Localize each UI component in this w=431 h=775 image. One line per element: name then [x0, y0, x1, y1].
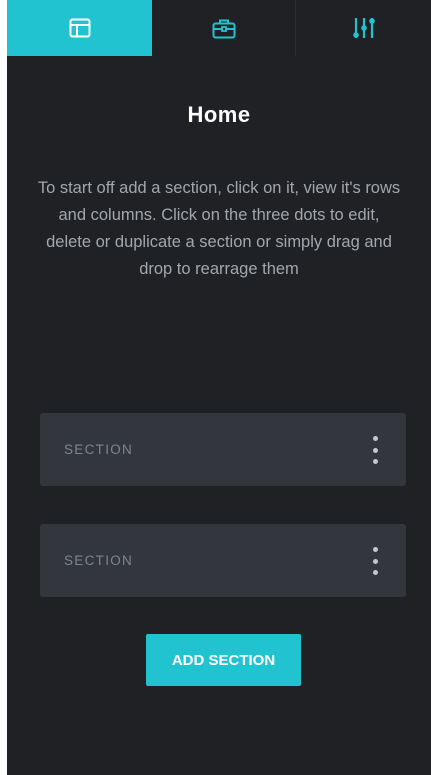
panel-tabs [7, 0, 431, 56]
tab-widgets[interactable] [152, 0, 296, 56]
builder-panel: Home To start off add a section, click o… [7, 0, 431, 775]
section-label: SECTION [64, 553, 134, 568]
tab-layout[interactable] [7, 0, 152, 56]
section-item[interactable]: SECTION [40, 413, 406, 486]
sliders-icon [352, 16, 375, 40]
briefcase-icon [212, 18, 236, 39]
add-section-button[interactable]: ADD SECTION [146, 634, 301, 686]
instructions-text: To start off add a section, click on it,… [37, 179, 401, 278]
tab-settings[interactable] [296, 0, 431, 56]
layout-icon [69, 18, 91, 38]
section-item[interactable]: SECTION [40, 524, 406, 597]
page-title: Home [187, 102, 251, 127]
more-vertical-icon[interactable] [370, 547, 380, 575]
section-label: SECTION [64, 442, 134, 457]
more-vertical-icon[interactable] [370, 436, 380, 464]
